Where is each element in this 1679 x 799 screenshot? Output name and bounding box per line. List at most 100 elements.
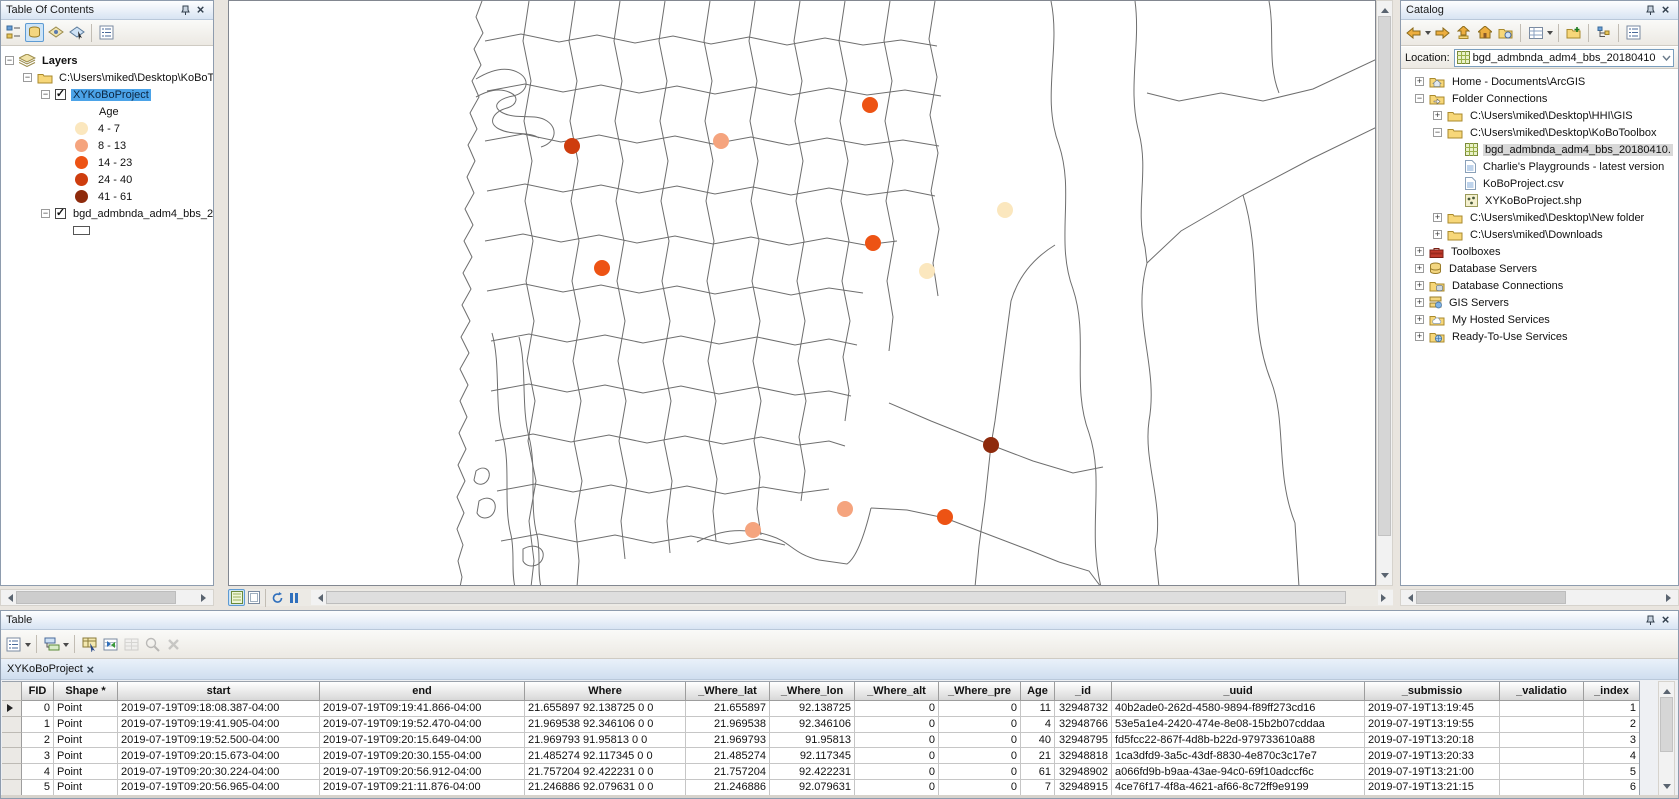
scroll-up-icon[interactable] xyxy=(1659,682,1674,697)
connect-to-folder-icon[interactable] xyxy=(1564,23,1583,42)
expander-icon[interactable] xyxy=(41,209,50,218)
table-cell[interactable]: 4 xyxy=(22,764,54,780)
map-point[interactable] xyxy=(594,260,610,276)
catalog-tree-item[interactable]: bgd_admbnda_adm4_bbs_20180410. xyxy=(1401,141,1678,158)
catalog-tree-item[interactable]: C:\Users\miked\Desktop\New folder xyxy=(1401,209,1678,226)
row-selector[interactable] xyxy=(2,764,22,780)
table-cell[interactable]: 92.422231 xyxy=(770,764,855,780)
table-options-icon[interactable] xyxy=(4,635,23,654)
data-view-button[interactable] xyxy=(228,589,245,606)
table-cell[interactable]: 2019-07-19T09:20:30.224-04:00 xyxy=(118,764,320,780)
table-cell[interactable]: 0 xyxy=(855,780,939,796)
related-tables-dropdown-icon[interactable] xyxy=(63,643,69,650)
toc-hscrollbar[interactable] xyxy=(0,589,214,606)
table-cell[interactable]: Point xyxy=(54,780,118,796)
expander-icon[interactable] xyxy=(1415,315,1424,324)
attribute-grid[interactable]: FIDShape *startendWhere_Where_lat_Where_… xyxy=(2,681,1640,796)
legend-item[interactable]: 4 - 7 xyxy=(1,120,213,137)
catalog-tree-item[interactable]: XYKoBoProject.shp xyxy=(1401,192,1678,209)
table-cell[interactable]: 2019-07-19T09:19:41.866-04:00 xyxy=(320,701,525,717)
delete-selected-icon[interactable] xyxy=(164,635,183,654)
catalog-tree-item[interactable]: GIS Servers xyxy=(1401,294,1678,311)
column-header[interactable]: start xyxy=(118,682,320,701)
back-dropdown-icon[interactable] xyxy=(1425,31,1431,38)
pause-drawing-button[interactable] xyxy=(286,589,303,606)
table-tab-label[interactable]: XYKoBoProject xyxy=(7,663,83,675)
table-cell[interactable]: 2019-07-19T09:19:52.500-04:00 xyxy=(118,733,320,749)
back-icon[interactable] xyxy=(1404,23,1423,42)
catalog-tree-item[interactable]: My Hosted Services xyxy=(1401,311,1678,328)
table-cell[interactable]: Point xyxy=(54,764,118,780)
column-header[interactable]: Shape * xyxy=(54,682,118,701)
toc-group-row[interactable]: C:\Users\miked\Desktop\KoBoT xyxy=(1,69,213,86)
map-point[interactable] xyxy=(865,235,881,251)
expander-icon[interactable] xyxy=(41,90,50,99)
table-cell[interactable]: 32948766 xyxy=(1055,717,1112,733)
catalog-tree-item[interactable]: Home - Documents\ArcGIS xyxy=(1401,73,1678,90)
table-cell[interactable]: 40 xyxy=(1021,733,1055,749)
table-cell[interactable]: 0 xyxy=(855,701,939,717)
row-selector[interactable] xyxy=(2,780,22,796)
list-by-drawing-order-icon[interactable] xyxy=(4,23,23,42)
table-row[interactable]: 1Point2019-07-19T09:19:41.905-04:002019-… xyxy=(2,717,1639,733)
table-cell[interactable]: 21.655897 xyxy=(686,701,770,717)
legend-item[interactable]: 41 - 61 xyxy=(1,188,213,205)
table-cell[interactable]: 2 xyxy=(22,733,54,749)
toc-layer-xykoboproject[interactable]: XYKoBoProject xyxy=(1,86,213,103)
column-header[interactable]: _Where_pre xyxy=(939,682,1021,701)
scroll-down-icon[interactable] xyxy=(1377,570,1392,585)
layer-visibility-checkbox[interactable] xyxy=(55,208,66,219)
table-cell[interactable]: 7 xyxy=(1021,780,1055,796)
toggle-contents-tree-icon[interactable] xyxy=(1594,23,1613,42)
list-by-selection-icon[interactable] xyxy=(67,23,86,42)
table-cell[interactable]: 0 xyxy=(939,701,1021,717)
table-cell[interactable]: 0 xyxy=(855,748,939,764)
toc-layer-bgd[interactable]: bgd_admbnda_adm4_bbs_20 xyxy=(1,205,213,222)
column-header[interactable]: _Where_alt xyxy=(855,682,939,701)
row-selector[interactable] xyxy=(2,748,22,764)
table-cell[interactable]: 91.95813 xyxy=(770,733,855,749)
table-cell[interactable] xyxy=(1500,764,1584,780)
table-cell[interactable]: 6 xyxy=(1584,780,1640,796)
table-cell[interactable]: 92.346106 xyxy=(770,717,855,733)
catalog-options-icon[interactable] xyxy=(1624,23,1643,42)
table-cell[interactable]: 21.485274 92.117345 0 0 xyxy=(525,748,686,764)
expander-icon[interactable] xyxy=(1433,111,1442,120)
contents-view-dropdown-icon[interactable] xyxy=(1547,31,1553,38)
switch-selection-icon[interactable] xyxy=(101,635,120,654)
table-cell[interactable]: 5 xyxy=(22,780,54,796)
list-by-visibility-icon[interactable] xyxy=(46,23,65,42)
table-cell[interactable]: 3 xyxy=(22,748,54,764)
map-point[interactable] xyxy=(564,138,580,154)
clear-selection-icon[interactable] xyxy=(122,635,141,654)
table-cell[interactable]: 92.117345 xyxy=(770,748,855,764)
table-cell[interactable]: 2019-07-19T09:18:08.387-04:00 xyxy=(118,701,320,717)
close-icon[interactable] xyxy=(1658,613,1673,628)
table-cell[interactable]: 2019-07-19T09:19:41.905-04:00 xyxy=(118,717,320,733)
table-cell[interactable]: 21.757204 92.422231 0 0 xyxy=(525,764,686,780)
table-cell[interactable]: 2019-07-19T13:19:55 xyxy=(1365,717,1500,733)
table-cell[interactable] xyxy=(1500,717,1584,733)
scroll-left-icon[interactable] xyxy=(1,590,16,605)
table-cell[interactable]: 92.138725 xyxy=(770,701,855,717)
column-header[interactable]: _uuid xyxy=(1112,682,1365,701)
table-cell[interactable]: 2 xyxy=(1584,717,1640,733)
table-cell[interactable] xyxy=(1500,780,1584,796)
table-cell[interactable]: 21.246886 92.079631 0 0 xyxy=(525,780,686,796)
map-view[interactable] xyxy=(228,0,1376,586)
up-one-level-icon[interactable] xyxy=(1454,23,1473,42)
table-cell[interactable]: 0 xyxy=(939,780,1021,796)
table-cell[interactable]: 53e5a1e4-2420-474e-8e08-15b2b07cddaa xyxy=(1112,717,1365,733)
column-header[interactable]: Where xyxy=(525,682,686,701)
table-cell[interactable]: 21.246886 xyxy=(686,780,770,796)
table-cell[interactable]: 2019-07-19T13:20:33 xyxy=(1365,748,1500,764)
catalog-tree-item[interactable]: C:\Users\miked\Downloads xyxy=(1401,226,1678,243)
table-cell[interactable]: 32948795 xyxy=(1055,733,1112,749)
table-cell[interactable]: 0 xyxy=(855,764,939,780)
column-header[interactable]: _Where_lat xyxy=(686,682,770,701)
catalog-tree-item[interactable]: Toolboxes xyxy=(1401,243,1678,260)
layout-view-button[interactable] xyxy=(245,589,262,606)
table-options-dropdown-icon[interactable] xyxy=(25,643,31,650)
row-selector[interactable] xyxy=(2,717,22,733)
table-cell[interactable]: 21.969538 xyxy=(686,717,770,733)
